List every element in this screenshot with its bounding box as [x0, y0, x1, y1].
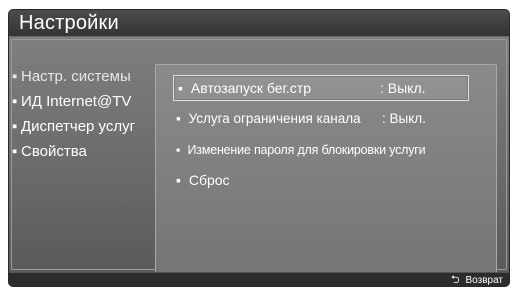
tv-screen: Настройки ▪ Настр. системы ▪ ИД Internet… [0, 0, 514, 292]
bullet-icon: ▪ [176, 172, 181, 188]
return-arrow-icon: ⮌ [450, 274, 460, 286]
option-value: : Выкл. [382, 111, 426, 126]
option-ticker-autostart[interactable]: ▪ Автозапуск бег.стр : Выкл. [173, 75, 469, 101]
menu-item-properties[interactable]: ▪ Свойства [9, 142, 159, 162]
settings-body: ▪ Настр. системы ▪ ИД Internet@TV ▪ Дисп… [9, 37, 509, 286]
bullet-icon: ▪ [12, 143, 18, 160]
bullet-icon: ▪ [176, 143, 181, 157]
option-reset[interactable]: ▪ Сброс [176, 168, 230, 192]
category-menu: ▪ Настр. системы ▪ ИД Internet@TV ▪ Дисп… [9, 67, 159, 167]
title-bar: Настройки [9, 10, 509, 37]
bullet-icon: ▪ [178, 80, 183, 96]
bullet-icon: ▪ [12, 93, 18, 110]
option-label: Изменение пароля для блокировки услуги [187, 143, 426, 157]
return-label: Возврат [465, 275, 504, 286]
menu-item-service-manager[interactable]: ▪ Диспетчер услуг [9, 117, 159, 137]
menu-item-label: ИД Internet@TV [21, 93, 132, 110]
return-button[interactable]: ⮌ Возврат [451, 273, 503, 286]
option-value: : Выкл. [380, 80, 426, 96]
bullet-icon: ▪ [12, 118, 18, 135]
option-label: Сброс [188, 172, 230, 188]
menu-item-system-setup[interactable]: ▪ Настр. системы [9, 67, 159, 87]
footer-bar: ⮌ Возврат [9, 272, 509, 286]
menu-item-internet-tv-id[interactable]: ▪ ИД Internet@TV [9, 92, 159, 112]
bullet-icon: ▪ [12, 68, 18, 85]
menu-item-label: Свойства [21, 143, 87, 160]
option-label: Услуга ограничения канала [188, 111, 361, 126]
option-channel-restriction[interactable]: ▪ Услуга ограничения канала : Выкл. [176, 107, 426, 131]
option-change-lock-password[interactable]: ▪ Изменение пароля для блокировки услуги [176, 138, 426, 162]
page-title: Настройки [19, 12, 119, 34]
option-label: Автозапуск бег.стр [190, 80, 311, 96]
menu-item-label: Диспетчер услуг [21, 118, 136, 135]
settings-window: Настройки ▪ Настр. системы ▪ ИД Internet… [9, 10, 509, 286]
bullet-icon: ▪ [176, 111, 181, 126]
options-panel: ▪ Автозапуск бег.стр : Выкл. ▪ Услуга ог… [155, 64, 497, 286]
menu-item-label: Настр. системы [21, 68, 131, 85]
